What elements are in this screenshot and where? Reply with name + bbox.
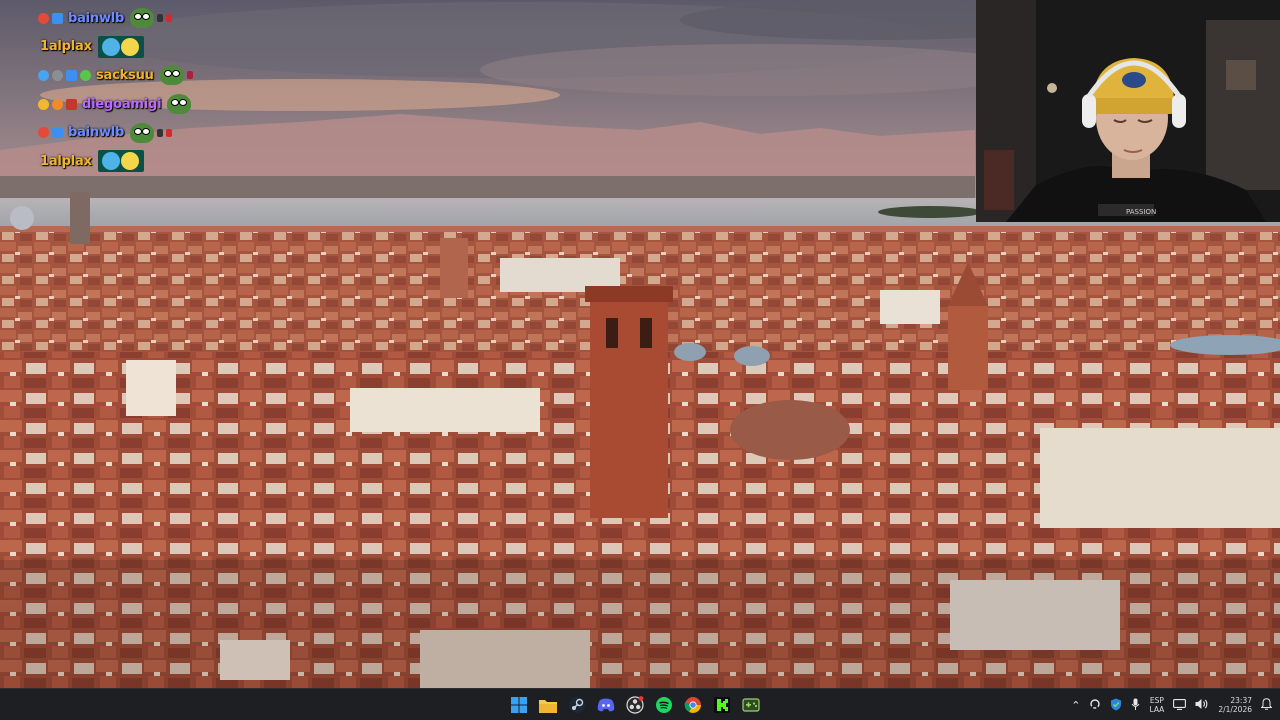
windows-security-icon[interactable]	[1110, 698, 1122, 713]
chrome-icon[interactable]	[682, 694, 704, 716]
tiny-red-emote-icon	[166, 14, 173, 23]
cube-badge-icon	[52, 12, 63, 24]
tiny-wine-emote-icon	[186, 71, 193, 80]
chat-username[interactable]: sacksuu	[96, 68, 154, 83]
volume-icon[interactable]	[1195, 698, 1209, 712]
shirt-text: PASSION	[1126, 208, 1156, 216]
pair-emote-icon	[97, 150, 144, 173]
feather-badge-icon	[38, 69, 49, 81]
tiny-dark-emote-icon	[157, 128, 164, 137]
mask-badge-icon	[66, 98, 77, 110]
obs-icon[interactable]	[624, 694, 646, 716]
pepe-emote-icon	[130, 8, 155, 29]
coin-badge-icon	[52, 98, 63, 110]
streamer-video: PASSION	[976, 0, 1280, 222]
network-sync-icon[interactable]	[1089, 698, 1101, 712]
red-badge-icon	[38, 12, 49, 24]
microphone-icon[interactable]	[1131, 698, 1140, 713]
chat-message: bainwlb	[38, 4, 268, 33]
gold-badge-icon	[38, 98, 49, 110]
clock-time: 23:37	[1230, 696, 1252, 705]
tiny-dark-emote-icon	[157, 14, 164, 23]
pair-emote-icon	[97, 35, 144, 58]
webcam-feed: PASSION	[976, 0, 1280, 222]
chat-username[interactable]: 1alplax	[40, 39, 92, 54]
language-region: LAA	[1149, 705, 1165, 714]
pepe-emote-icon	[167, 94, 192, 115]
chat-overlay: bainwlb 1alplax sacksuu diegoamigi bainwlb 1a…	[38, 4, 268, 176]
clock[interactable]: 23:37 2/1/2026	[1218, 696, 1252, 714]
chat-username[interactable]: 1alplax	[40, 154, 92, 169]
steam-icon[interactable]	[566, 694, 588, 716]
red-badge-icon	[38, 127, 49, 139]
display-icon[interactable]	[1173, 698, 1187, 712]
taskbar-apps	[508, 689, 762, 720]
language-indicator[interactable]: ESP LAA	[1149, 696, 1164, 714]
clock-date: 2/1/2026	[1218, 705, 1252, 714]
pepe-emote-icon	[130, 122, 155, 143]
alien-badge-icon	[80, 69, 91, 81]
chat-username[interactable]: bainwlb	[68, 11, 124, 26]
cube-badge-icon	[52, 127, 63, 139]
controller-icon[interactable]	[740, 694, 762, 716]
chat-message: 1alplax	[38, 147, 268, 176]
chat-message: bainwlb	[38, 118, 268, 147]
grey-badge-icon	[52, 69, 63, 81]
discord-icon[interactable]	[595, 694, 617, 716]
tiny-red-emote-icon	[166, 128, 173, 137]
start-icon[interactable]	[508, 694, 530, 716]
spotify-icon[interactable]	[653, 694, 675, 716]
language-code: ESP	[1149, 696, 1164, 705]
cube-badge-icon	[66, 69, 77, 81]
chevron-up-icon[interactable]: ⌃	[1071, 700, 1080, 711]
system-tray: ⌃ ESP LAA 23:37 2/1/2026	[1071, 689, 1273, 720]
chat-message: 1alplax	[38, 33, 268, 62]
notification-bell-icon[interactable]	[1260, 698, 1273, 712]
file-explorer-icon[interactable]	[537, 694, 559, 716]
windows-taskbar: ⌃ ESP LAA 23:37 2/1/2026	[0, 688, 1280, 720]
chat-username[interactable]: bainwlb	[68, 125, 124, 140]
pepe-emote-icon	[159, 65, 184, 86]
kick-icon[interactable]	[711, 694, 733, 716]
chat-message: diegoamigi	[38, 90, 268, 119]
chat-username[interactable]: diegoamigi	[82, 97, 162, 112]
chat-message: sacksuu	[38, 61, 268, 90]
